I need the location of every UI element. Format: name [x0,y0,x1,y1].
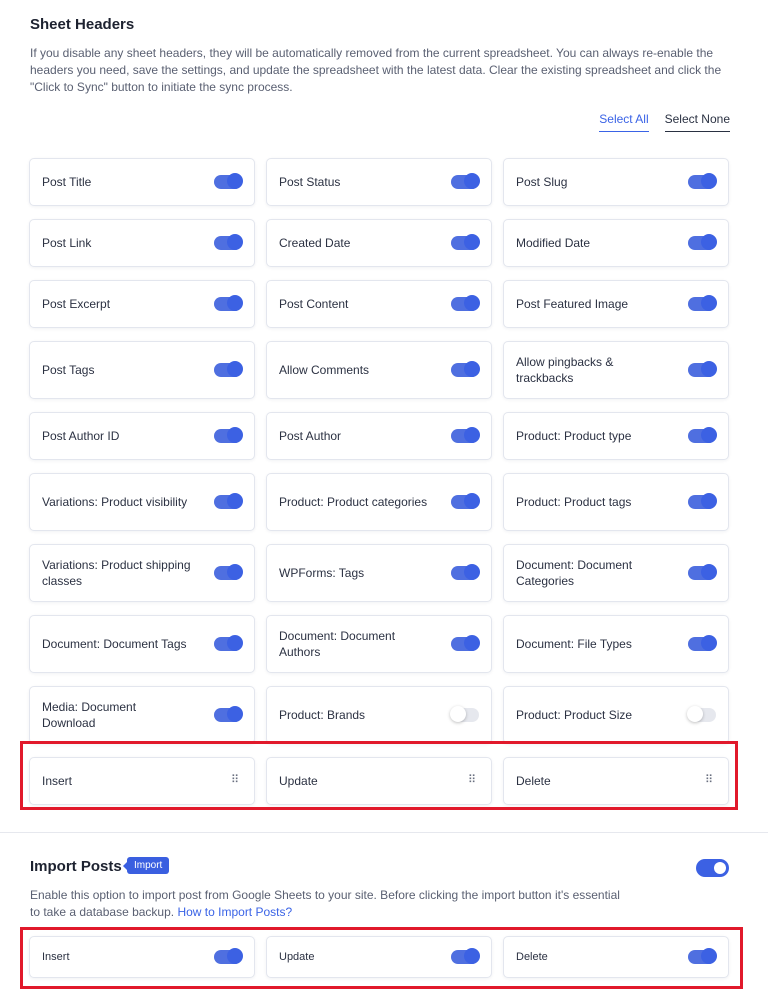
header-toggle-post-status[interactable] [451,173,480,189]
import-posts-title: Import Posts [30,858,122,875]
header-toggle-variations-visibility[interactable] [214,493,243,509]
header-toggle-post-featured-image[interactable] [688,295,717,311]
header-card-allow-comments: Allow Comments [266,341,492,399]
import-badge: Import [122,857,170,874]
header-label: Allow pingbacks & trackbacks [516,355,614,385]
header-toggle-document-authors[interactable] [451,635,480,651]
header-card-product-size: Product: Product Size [503,686,729,744]
header-card-product-brands: Product: Brands [266,686,492,744]
header-card-post-excerpt: Post Excerpt [29,280,255,328]
header-toggle-allow-pingbacks[interactable] [688,361,717,377]
header-label: Product: Product type [516,429,632,443]
header-label: Post Content [279,297,349,311]
header-toggle-post-author[interactable] [451,427,480,443]
header-card-wpforms-tags: WPForms: Tags [266,544,492,602]
header-toggle-allow-comments[interactable] [451,361,480,377]
how-to-import-link[interactable]: How to Import Posts? [177,905,292,919]
header-card-post-status: Post Status [266,158,492,206]
header-card-media-download: Media: Document Download [29,686,255,744]
sheet-headers-description: If you disable any sheet headers, they w… [30,46,722,94]
header-card-modified-date: Modified Date [503,219,729,267]
header-toggle-created-date[interactable] [451,234,480,250]
header-label: Post Author ID [42,429,120,443]
sheet-headers-title: Sheet Headers [30,16,135,33]
header-toggle-product-tags[interactable] [688,493,717,509]
header-label: WPForms: Tags [279,566,365,580]
header-card-document-authors: Document: Document Authors [266,615,492,673]
header-card-document-categories: Document: Document Categories [503,544,729,602]
select-none-link[interactable]: Select None [664,112,730,132]
header-card-allow-pingbacks: Allow pingbacks & trackbacks [503,341,729,399]
sheet-headers-grid: Post Title Post Status Post Slug Post Li… [29,158,729,805]
header-label: Product: Product tags [516,495,632,509]
highlight-box-actions [20,741,738,810]
header-label: Post Excerpt [42,297,111,311]
import-posts-description: Enable this option to import post from G… [30,887,630,921]
header-label: Document: Document Tags [42,637,187,651]
header-label: Product: Product categories [279,495,428,509]
header-label: Post Link [42,236,92,250]
header-label: Variations: Product shipping classes [42,558,191,588]
import-posts-toggle[interactable] [696,859,729,877]
header-label: Post Status [279,175,341,189]
header-toggle-wpforms-tags[interactable] [451,564,480,580]
header-toggle-document-categories[interactable] [688,564,717,580]
header-toggle-modified-date[interactable] [688,234,717,250]
highlight-box-import [20,927,743,989]
header-card-post-link: Post Link [29,219,255,267]
header-card-document-tags: Document: Document Tags [29,615,255,673]
header-label: Variations: Product visibility [42,495,188,509]
header-toggle-media-download[interactable] [214,706,243,722]
header-card-post-featured-image: Post Featured Image [503,280,729,328]
header-toggle-product-brands[interactable] [450,706,479,722]
header-label: Created Date [279,236,351,250]
header-label: Post Tags [42,363,95,377]
header-card-post-author: Post Author [266,412,492,460]
header-label: Product: Product Size [516,708,633,722]
header-label: Media: Document Download [42,700,137,730]
header-card-variations-visibility: Variations: Product visibility [29,473,255,531]
header-label: Product: Brands [279,708,366,722]
header-card-shipping-classes: Variations: Product shipping classes [29,544,255,602]
header-toggle-post-tags[interactable] [214,361,243,377]
header-toggle-post-slug[interactable] [688,173,717,189]
header-toggle-shipping-classes[interactable] [214,564,243,580]
section-divider [0,832,768,833]
header-card-product-type: Product: Product type [503,412,729,460]
header-card-product-categories: Product: Product categories [266,473,492,531]
header-label: Post Author [279,429,342,443]
header-toggle-post-author-id[interactable] [214,427,243,443]
header-card-post-tags: Post Tags [29,341,255,399]
header-card-post-content: Post Content [266,280,492,328]
header-toggle-post-excerpt[interactable] [214,295,243,311]
header-toggle-product-type[interactable] [688,427,717,443]
header-toggle-post-content[interactable] [451,295,480,311]
header-label: Document: Document Authors [279,629,396,659]
select-all-link[interactable]: Select All [599,112,649,132]
selection-links: Select All Select None [599,112,730,132]
header-card-created-date: Created Date [266,219,492,267]
header-toggle-document-tags[interactable] [214,635,243,651]
header-card-post-slug: Post Slug [503,158,729,206]
header-label: Allow Comments [279,363,370,377]
header-toggle-product-categories[interactable] [451,493,480,509]
header-label: Post Slug [516,175,568,189]
import-description-text: Enable this option to import post from G… [30,888,620,919]
header-label: Modified Date [516,236,591,250]
header-card-product-tags: Product: Product tags [503,473,729,531]
header-label: Post Title [42,175,92,189]
header-label: Document: Document Categories [516,558,633,588]
header-toggle-product-size[interactable] [687,706,716,722]
header-toggle-post-title[interactable] [214,173,243,189]
header-card-file-types: Document: File Types [503,615,729,673]
header-card-post-title: Post Title [29,158,255,206]
header-label: Document: File Types [516,637,632,651]
header-toggle-post-link[interactable] [214,234,243,250]
header-label: Post Featured Image [516,297,629,311]
header-toggle-file-types[interactable] [688,635,717,651]
header-card-post-author-id: Post Author ID [29,412,255,460]
